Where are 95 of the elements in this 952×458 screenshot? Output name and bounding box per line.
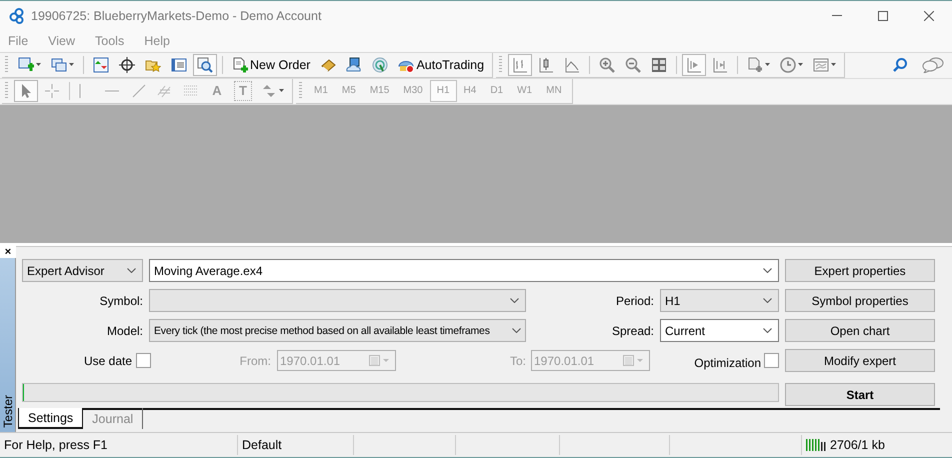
cursor-button[interactable] [14,80,38,102]
cloud-monitor-icon [346,56,362,73]
magnifier-chart-button[interactable] [193,54,217,76]
timeframe-button[interactable]: M30 [396,80,430,102]
bar-chart-button[interactable] [508,54,532,76]
bar-chart-icon [512,56,528,73]
timeframe-button[interactable]: M5 [334,80,363,102]
search-icon[interactable] [892,57,908,74]
start-button[interactable]: Start [785,383,935,406]
calendar-icon [369,355,391,366]
close-icon [924,10,934,20]
chevron-down-icon [763,298,772,304]
scroll-chart-icon [686,56,702,73]
help-status: For Help, press F1 [4,438,108,452]
book-icon [320,56,336,73]
chevron-down-icon [510,298,519,304]
symbol-label: Symbol: [100,294,143,308]
chevron-down-icon [763,268,772,274]
vertical-line-icon [79,84,81,98]
menu-item[interactable]: Help [139,34,175,48]
timeframe-button[interactable]: M1 [307,80,335,102]
timeframe-button[interactable]: M15 [362,80,396,102]
horizontal-line-icon [105,90,119,92]
caret-icon [765,63,770,66]
use-date-checkbox[interactable] [136,353,151,368]
crosshair-lines-icon [44,82,60,99]
signal-bars-icon [806,439,826,452]
template-icon [813,56,830,73]
app-logo-icon [9,8,25,24]
use-date-label: Use date [84,354,132,368]
from-label: From: [238,354,271,368]
chart-plus-icon [18,56,34,73]
expert-dropdown[interactable]: Moving Average.ex4 [149,259,779,282]
crosshair-icon [119,56,135,73]
text-tool-button[interactable]: T [234,80,252,101]
optimization-checkbox[interactable] [764,353,779,368]
toolbar-button[interactable]: New Order [228,54,314,76]
clock-icon [780,56,796,73]
spread-label: Spread: [612,324,654,338]
menu-item[interactable]: File [3,34,34,48]
timeframe-button[interactable]: W1 [510,80,540,102]
period-label: Period: [616,294,654,308]
shift-chart-icon [712,56,728,73]
menu-item[interactable]: View [43,34,80,48]
mode-dropdown[interactable]: Expert Advisor [22,259,143,282]
tile-grid-icon [651,56,668,73]
magnifier-chart-icon [197,56,213,73]
minimize-icon [832,15,842,16]
market-watch-icon [93,56,109,73]
spread-dropdown[interactable]: Current [660,319,779,342]
panel-tab[interactable]: Journal [83,408,144,430]
caret-icon [69,63,74,66]
document-plus-icon [747,56,764,73]
calendar-icon [623,355,645,366]
caret-icon [831,63,836,66]
symbol-properties-button[interactable]: Symbol properties [785,289,935,312]
to-label: To: [508,354,526,368]
chevron-down-icon [127,268,136,274]
candle-chart-icon [538,56,554,73]
zoom-out-icon [625,56,642,73]
panel-tab[interactable]: Settings [18,408,84,430]
caret-icon [279,89,284,92]
toolbar-button[interactable]: AutoTrading [394,54,488,76]
modify-expert-button[interactable]: Modify expert [785,349,935,372]
caret-icon [798,63,804,66]
chevron-down-icon [763,328,772,334]
radar-icon [372,56,388,73]
side-tab[interactable]: Tester [0,258,16,432]
window-title: 19906725: BlueberryMarkets-Demo - Demo Account [31,8,322,22]
open-chart-button[interactable]: Open chart [785,319,935,342]
line-chart-icon [564,56,580,73]
optimization-label: Optimization [694,356,761,370]
maximize-icon [878,10,888,20]
chat-icon[interactable] [922,57,944,74]
side-tab-label: Tester [0,395,14,428]
chevron-down-icon [512,328,521,334]
trend-line-icon [131,82,147,99]
model-label: Model: [106,324,143,338]
timeframe-button[interactable]: H4 [456,80,484,102]
timeframe-button[interactable]: D1 [483,80,510,102]
traffic-status: 2706/1 kb [830,438,885,452]
caret-icon [36,63,41,66]
arrows-icon [261,82,277,99]
timeframe-button[interactable]: MN [539,80,569,102]
close-panel-button[interactable]: × [0,246,16,258]
expert-properties-button[interactable]: Expert properties [785,259,935,282]
document-plus-icon [232,56,248,73]
terminal-icon [171,56,187,73]
menu-item[interactable]: Tools [90,34,130,48]
text-tool-button[interactable]: A [208,80,226,101]
timeframe-button[interactable]: H1 [430,80,457,102]
scroll-chart-button[interactable] [682,54,706,76]
profile-status: Default [242,438,282,452]
zoom-in-icon [599,56,616,73]
windows-icon [51,56,67,73]
